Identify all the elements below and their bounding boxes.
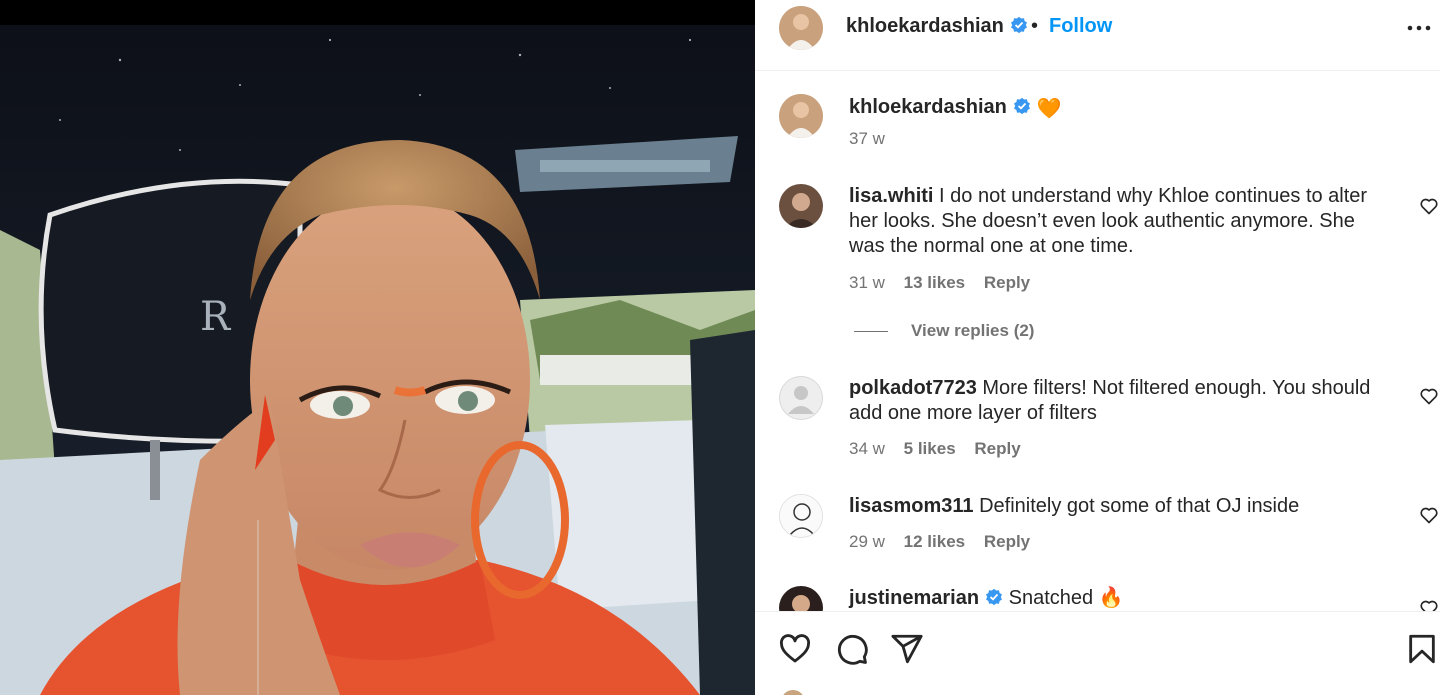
header-separator: • <box>1031 15 1039 37</box>
comment-avatar[interactable] <box>779 184 823 228</box>
caption-emoji: 🧡 <box>1036 98 1062 120</box>
caption-avatar[interactable] <box>779 94 823 138</box>
comment-meta: 29 w 12 likes Reply <box>849 532 1044 552</box>
view-replies-line <box>854 331 888 333</box>
heart-icon[interactable] <box>1419 505 1439 525</box>
avatar-image <box>779 6 823 50</box>
selfie-in-car-image: R <box>0 0 755 695</box>
comment-text: lisa.whiti I do not understand why Khloe… <box>849 184 1389 259</box>
verified-badge-icon <box>1010 16 1027 34</box>
post-side-panel: khloekardashian • Follow khloekardashian… <box>755 0 1440 695</box>
comment-likes[interactable]: 13 likes <box>904 273 965 292</box>
view-replies-text[interactable]: View replies (2) <box>911 321 1034 340</box>
caption-timestamp: 37 w <box>849 129 885 148</box>
default-avatar-icon <box>779 376 823 420</box>
svg-text:R: R <box>200 294 232 340</box>
comment-text: justinemarian Snatched 🔥 <box>849 586 1389 611</box>
share-icon[interactable] <box>890 632 924 666</box>
photo-top-bar <box>0 0 755 25</box>
follow-button[interactable]: Follow <box>1049 15 1112 38</box>
post-action-bar <box>755 611 1440 695</box>
heart-icon[interactable] <box>778 632 812 666</box>
reply-button[interactable]: Reply <box>984 532 1030 551</box>
comment-meta: 34 w 5 likes Reply <box>849 439 1035 459</box>
comment-text: polkadot7723 More filters! Not filtered … <box>849 376 1389 426</box>
liked-by-avatar[interactable] <box>781 690 805 695</box>
avatar-image <box>780 495 822 537</box>
comment-time: 31 w <box>849 273 885 292</box>
caption-username-text[interactable]: khloekardashian <box>849 96 1007 118</box>
comment-username[interactable]: lisasmom311 <box>849 495 974 517</box>
reply-button[interactable]: Reply <box>974 439 1020 458</box>
reply-button[interactable]: Reply <box>984 273 1030 292</box>
heart-icon[interactable] <box>1419 386 1439 406</box>
comment-body: Definitely got some of that OJ inside <box>979 495 1300 517</box>
post-photo[interactable]: R <box>0 0 755 695</box>
heart-icon[interactable] <box>1419 196 1439 216</box>
comment-icon[interactable] <box>835 632 869 666</box>
comment-likes[interactable]: 12 likes <box>904 532 965 551</box>
comment-username[interactable]: polkadot7723 <box>849 377 977 399</box>
instagram-post-view: R khloekardashian • Follow khloekardashi… <box>0 0 1440 695</box>
verified-badge-icon <box>1013 97 1030 115</box>
comment-time: 29 w <box>849 532 885 551</box>
author-username-text[interactable]: khloekardashian <box>846 15 1004 37</box>
avatar-image <box>779 184 823 228</box>
view-replies-button[interactable]: View replies (2) <box>854 321 1034 341</box>
author-avatar[interactable] <box>779 6 823 50</box>
more-options-icon[interactable] <box>1405 14 1433 42</box>
author-username[interactable]: khloekardashian <box>846 15 1028 38</box>
comment-username[interactable]: justinemarian <box>849 587 979 609</box>
comment-avatar[interactable] <box>779 376 823 420</box>
comment-meta: 31 w 13 likes Reply <box>849 273 1044 293</box>
comment-username[interactable]: lisa.whiti <box>849 185 933 207</box>
post-header: khloekardashian • Follow <box>755 0 1440 71</box>
avatar-image <box>779 94 823 138</box>
caption-username: khloekardashian 🧡 <box>849 96 1062 121</box>
comment-avatar[interactable] <box>779 494 823 538</box>
save-bookmark-icon[interactable] <box>1405 632 1439 666</box>
verified-badge-icon <box>986 588 1003 606</box>
comment-likes[interactable]: 5 likes <box>904 439 956 458</box>
comment-time: 34 w <box>849 439 885 458</box>
comment-body: Snatched 🔥 <box>1008 587 1124 609</box>
comment-text: lisasmom311 Definitely got some of that … <box>849 494 1389 519</box>
